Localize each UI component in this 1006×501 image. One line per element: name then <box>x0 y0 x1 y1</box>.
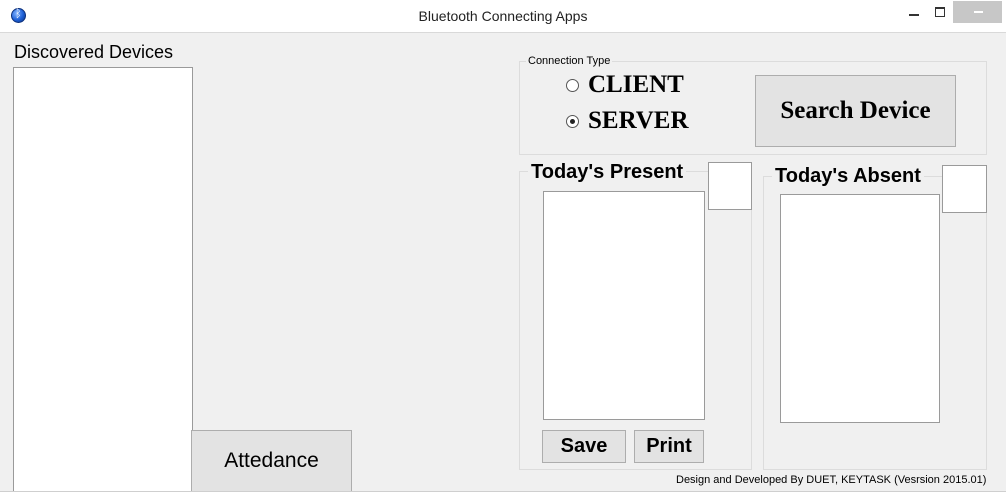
print-button[interactable]: Print <box>634 430 704 463</box>
absent-list[interactable] <box>780 194 940 423</box>
server-label[interactable]: SERVER <box>588 107 689 135</box>
minimize-button[interactable] <box>901 0 927 22</box>
present-count-field[interactable] <box>708 162 752 210</box>
discovered-devices-label: Discovered Devices <box>14 42 174 62</box>
client-radio[interactable] <box>566 79 579 92</box>
absent-label: Today's Absent <box>772 165 924 188</box>
maximize-button[interactable] <box>927 0 953 22</box>
discovered-devices-list[interactable] <box>13 67 193 492</box>
close-button[interactable] <box>953 1 1002 23</box>
save-button[interactable]: Save <box>542 430 626 463</box>
server-radio[interactable] <box>566 115 579 128</box>
present-list[interactable] <box>543 191 705 420</box>
search-device-button[interactable]: Search Device <box>755 75 956 147</box>
present-label: Today's Present <box>528 161 687 184</box>
connection-type-label: Connection Type <box>526 55 613 67</box>
absent-count-field[interactable] <box>942 165 987 213</box>
window-title: Bluetooth Connecting Apps <box>418 8 588 24</box>
title-bar[interactable]: Bluetooth Connecting Apps <box>0 0 1006 33</box>
footer-credit: Design and Developed By DUET, KEYTASK (V… <box>676 474 987 486</box>
client-label[interactable]: CLIENT <box>588 71 684 99</box>
attendance-button[interactable]: Attedance <box>191 430 352 492</box>
